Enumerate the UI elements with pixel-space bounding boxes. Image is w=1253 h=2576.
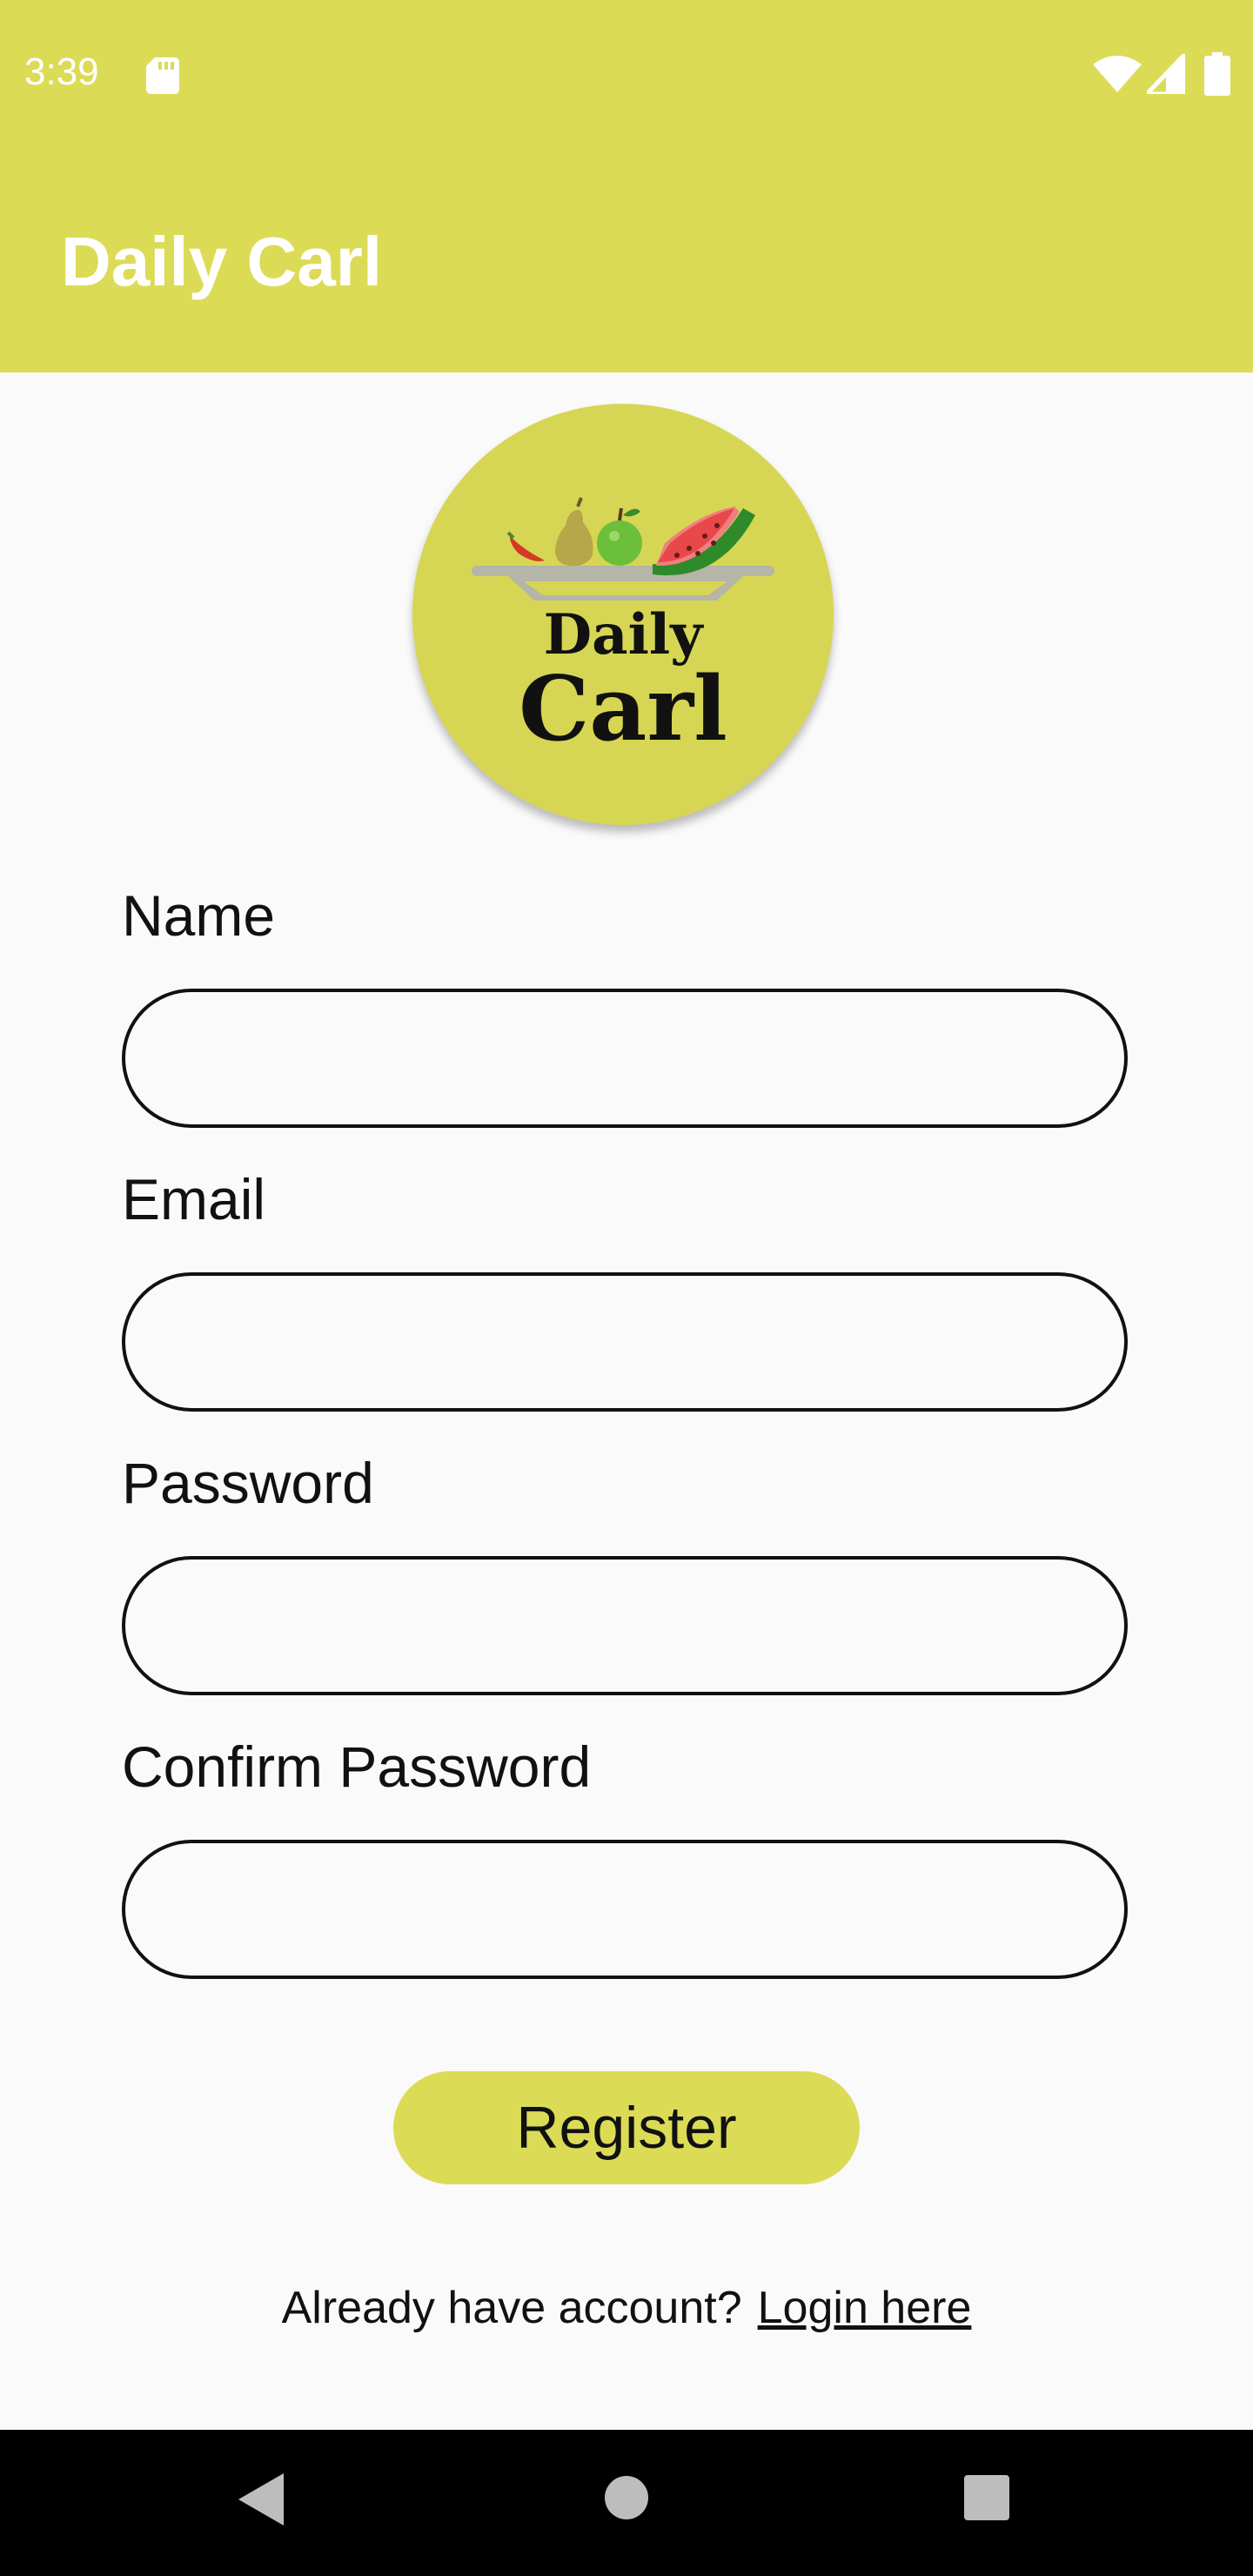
name-field[interactable] [122,989,1128,1128]
app-title: Daily Carl [61,223,383,300]
login-here-link[interactable]: Login here [758,2283,972,2333]
confirm-password-field[interactable] [122,1840,1128,1979]
status-time: 3:39 [24,50,99,93]
logo-text-carl: Carl [519,657,727,761]
battery-icon [1204,52,1230,96]
login-prompt: Already have account? Login here [0,2282,1253,2334]
wifi-icon [1093,56,1142,92]
app-logo: Daily Carl [412,404,841,832]
logo-text-daily: Daily [543,602,703,667]
app-bar: Daily Carl [0,148,1253,372]
status-bar: 3:39 [0,0,1253,148]
password-field[interactable] [122,1556,1128,1695]
email-field[interactable] [122,1272,1128,1412]
confirm-password-label: Confirm Password [122,1734,592,1799]
password-label: Password [122,1451,374,1515]
register-button[interactable]: Register [393,2071,860,2184]
home-icon[interactable] [604,2475,649,2520]
recents-icon[interactable] [964,2475,1009,2520]
email-label: Email [122,1167,266,1231]
system-nav-bar [0,2430,1253,2576]
login-prompt-text: Already have account? [281,2283,742,2333]
logo-circle: Daily Carl [412,404,834,825]
back-icon[interactable] [238,2473,284,2526]
sd-card-icon [146,57,179,94]
name-label: Name [122,883,276,948]
signal-icon [1147,54,1185,94]
